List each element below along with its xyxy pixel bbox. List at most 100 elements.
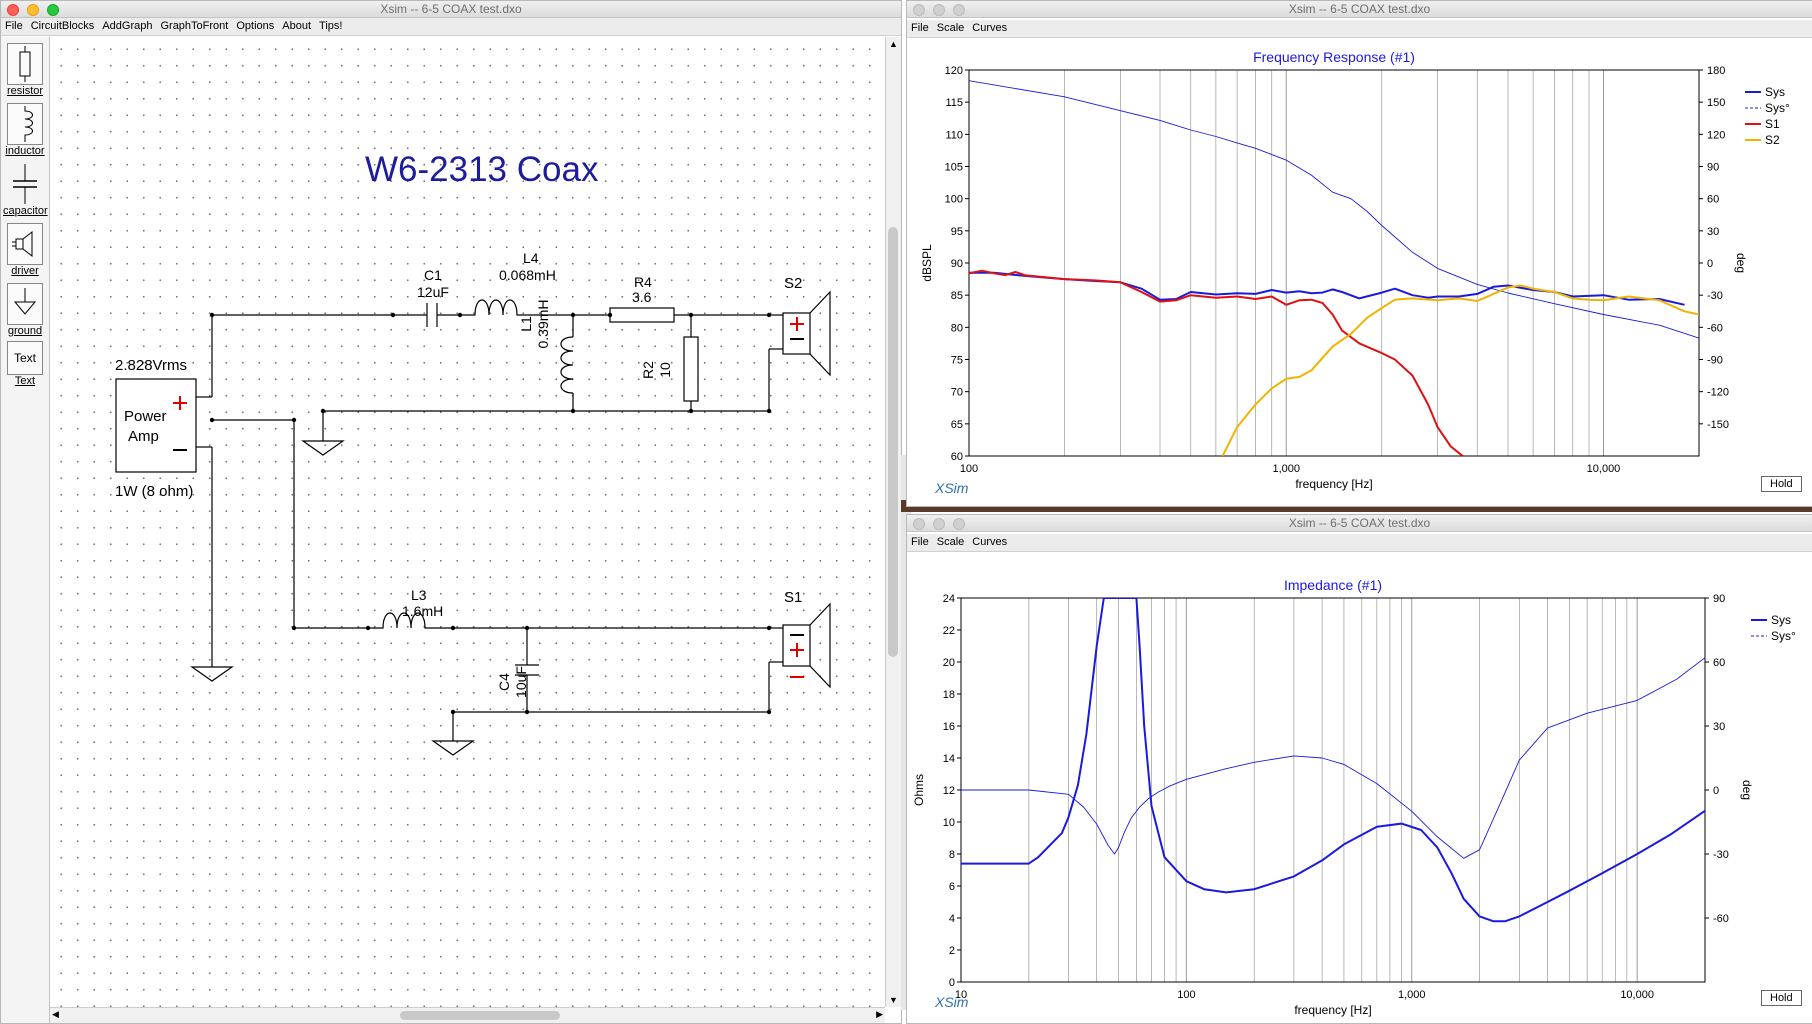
y2-tick-label: 180 <box>1707 65 1725 77</box>
y-tick-label: 16 <box>943 721 955 733</box>
menu-addgraph[interactable]: AddGraph <box>98 18 156 35</box>
palette-capacitor[interactable]: capacitor <box>3 163 48 217</box>
chart-title: Impedance (#1) <box>1284 577 1382 593</box>
menu-circuitblocks[interactable]: CircuitBlocks <box>27 18 99 35</box>
y-tick-label: 4 <box>949 913 955 925</box>
minimize-button[interactable] <box>27 4 39 16</box>
hold-button[interactable]: Hold <box>1761 990 1802 1006</box>
y2-axis-label: deg <box>1734 253 1748 273</box>
series-line-s2 <box>1221 284 1699 456</box>
menu-file[interactable]: File <box>1 18 27 35</box>
c1-value: 12uF <box>417 284 449 300</box>
legend-label: Sys <box>1771 613 1791 627</box>
l4-name: L4 <box>523 250 539 266</box>
driver-icon <box>7 223 43 265</box>
impedance-window: Xsim -- 6-5 COAX test.dxo File Scale Curve… <box>906 514 1812 1024</box>
x-tick-label: 1,000 <box>1272 463 1300 475</box>
menu-tips[interactable]: Tips! <box>315 18 346 35</box>
l4-value: 0.068mH <box>499 267 556 283</box>
menu-graphtofront[interactable]: GraphToFront <box>156 18 232 35</box>
l3-name: L3 <box>411 587 427 603</box>
r2-name: R2 <box>640 361 656 379</box>
y2-tick-label: 90 <box>1713 593 1725 605</box>
palette-label: Text <box>14 375 36 387</box>
amp-label-amp: Amp <box>128 428 159 445</box>
y2-tick-label: 150 <box>1707 97 1725 109</box>
palette-ground[interactable]: ground <box>3 283 47 337</box>
y-tick-label: 80 <box>951 322 963 334</box>
c4-label: C4 10uF <box>496 657 530 707</box>
menu-curves[interactable]: Curves <box>968 534 1011 551</box>
x-tick-label: 1,000 <box>1398 989 1426 1001</box>
amp-power-label: 1W (8 ohm) <box>115 483 194 500</box>
scroll-up-arrow-icon[interactable]: ▲ <box>889 39 898 49</box>
r2-label: R2 10 <box>640 345 674 395</box>
close-button[interactable] <box>913 4 925 16</box>
menu-scale[interactable]: Scale <box>933 534 969 551</box>
y-tick-label: 70 <box>951 387 963 399</box>
y2-axis-label: deg <box>1740 780 1754 800</box>
palette-label: inductor <box>5 145 45 157</box>
menu-curves[interactable]: Curves <box>968 20 1011 37</box>
window-controls <box>913 4 973 20</box>
y2-tick-label: 90 <box>1707 162 1719 174</box>
capacitor-icon <box>7 163 43 205</box>
horizontal-scrollbar[interactable]: ◀ ▶ <box>50 1007 885 1023</box>
zoom-button[interactable] <box>953 4 965 16</box>
menu-about[interactable]: About <box>278 18 315 35</box>
frequency-response-chart[interactable]: Frequency Response (#1) 60 65 70 75 80 85 90 95 1… <box>907 38 1810 505</box>
legend-label: Sys° <box>1771 629 1796 643</box>
schematic-canvas[interactable]: W6-2313 Coax 2.828Vrms Power Amp 1W (8 o… <box>50 37 885 1007</box>
y2-tick-label: 60 <box>1713 657 1725 669</box>
resistor-icon <box>7 43 43 85</box>
menu-scale[interactable]: Scale <box>933 20 969 37</box>
l3-value: 1.6mH <box>402 603 444 619</box>
menu-file[interactable]: File <box>907 534 933 551</box>
x-axis-label: frequency [Hz] <box>1294 1003 1371 1017</box>
series-line-sys <box>969 271 1685 306</box>
l1-name: L1 <box>518 316 534 332</box>
zoom-button[interactable] <box>47 4 59 16</box>
plot-frame <box>960 597 1706 983</box>
y2-tick-label: -30 <box>1713 849 1729 861</box>
menu-file[interactable]: File <box>907 20 933 37</box>
palette-label: driver <box>11 265 39 277</box>
c1-name: C1 <box>424 267 442 283</box>
close-button[interactable] <box>7 4 19 16</box>
palette-text[interactable]: Text Text <box>3 341 47 387</box>
imp-titlebar[interactable]: Xsim -- 6-5 COAX test.dxo <box>907 515 1812 532</box>
hold-button[interactable]: Hold <box>1761 476 1802 492</box>
schematic-menubar: File CircuitBlocks AddGraph GraphToFront Opt… <box>1 18 901 36</box>
palette-label: resistor <box>6 85 44 97</box>
impedance-chart[interactable]: Impedance (#1)024681012141618202224-60-3… <box>907 552 1810 1022</box>
xsim-brand: XSim <box>935 994 969 1010</box>
c4-name: C4 <box>496 673 512 691</box>
y-tick-label: 18 <box>943 689 955 701</box>
y-tick-label: 65 <box>951 419 963 431</box>
scroll-left-arrow-icon[interactable]: ◀ <box>52 1009 59 1020</box>
scroll-down-arrow-icon[interactable]: ▼ <box>889 995 898 1005</box>
schematic-titlebar[interactable]: Xsim -- 6-5 COAX test.dxo <box>1 1 901 18</box>
menu-options[interactable]: Options <box>232 18 278 35</box>
y2-tick-label: -60 <box>1713 913 1729 925</box>
y-tick-label: 105 <box>945 162 963 174</box>
palette-label: capacitor <box>3 205 48 217</box>
scrollbar-thumb[interactable] <box>400 1011 560 1020</box>
y2-tick-label: 0 <box>1707 258 1713 270</box>
scroll-right-arrow-icon[interactable]: ▶ <box>876 1009 883 1020</box>
x-tick-label: 100 <box>960 463 978 475</box>
scrollbar-thumb[interactable] <box>888 227 898 657</box>
palette-resistor[interactable]: resistor <box>3 43 47 97</box>
chart-title: Frequency Response (#1) <box>1253 49 1415 65</box>
palette-inductor[interactable]: inductor <box>3 103 47 157</box>
minimize-button[interactable] <box>933 4 945 16</box>
window-title: Xsim -- 6-5 COAX test.dxo <box>380 2 522 16</box>
y-tick-label: 10 <box>943 817 955 829</box>
vertical-scrollbar[interactable]: ▲ ▼ <box>885 37 901 1007</box>
fr-titlebar[interactable]: Xsim -- 6-5 COAX test.dxo <box>907 1 1812 18</box>
zoom-button[interactable] <box>953 518 965 530</box>
close-button[interactable] <box>913 518 925 530</box>
palette-driver[interactable]: driver <box>3 223 47 277</box>
minimize-button[interactable] <box>933 518 945 530</box>
frequency-response-window: Xsim -- 6-5 COAX test.dxo File Scale Curve… <box>906 0 1812 507</box>
